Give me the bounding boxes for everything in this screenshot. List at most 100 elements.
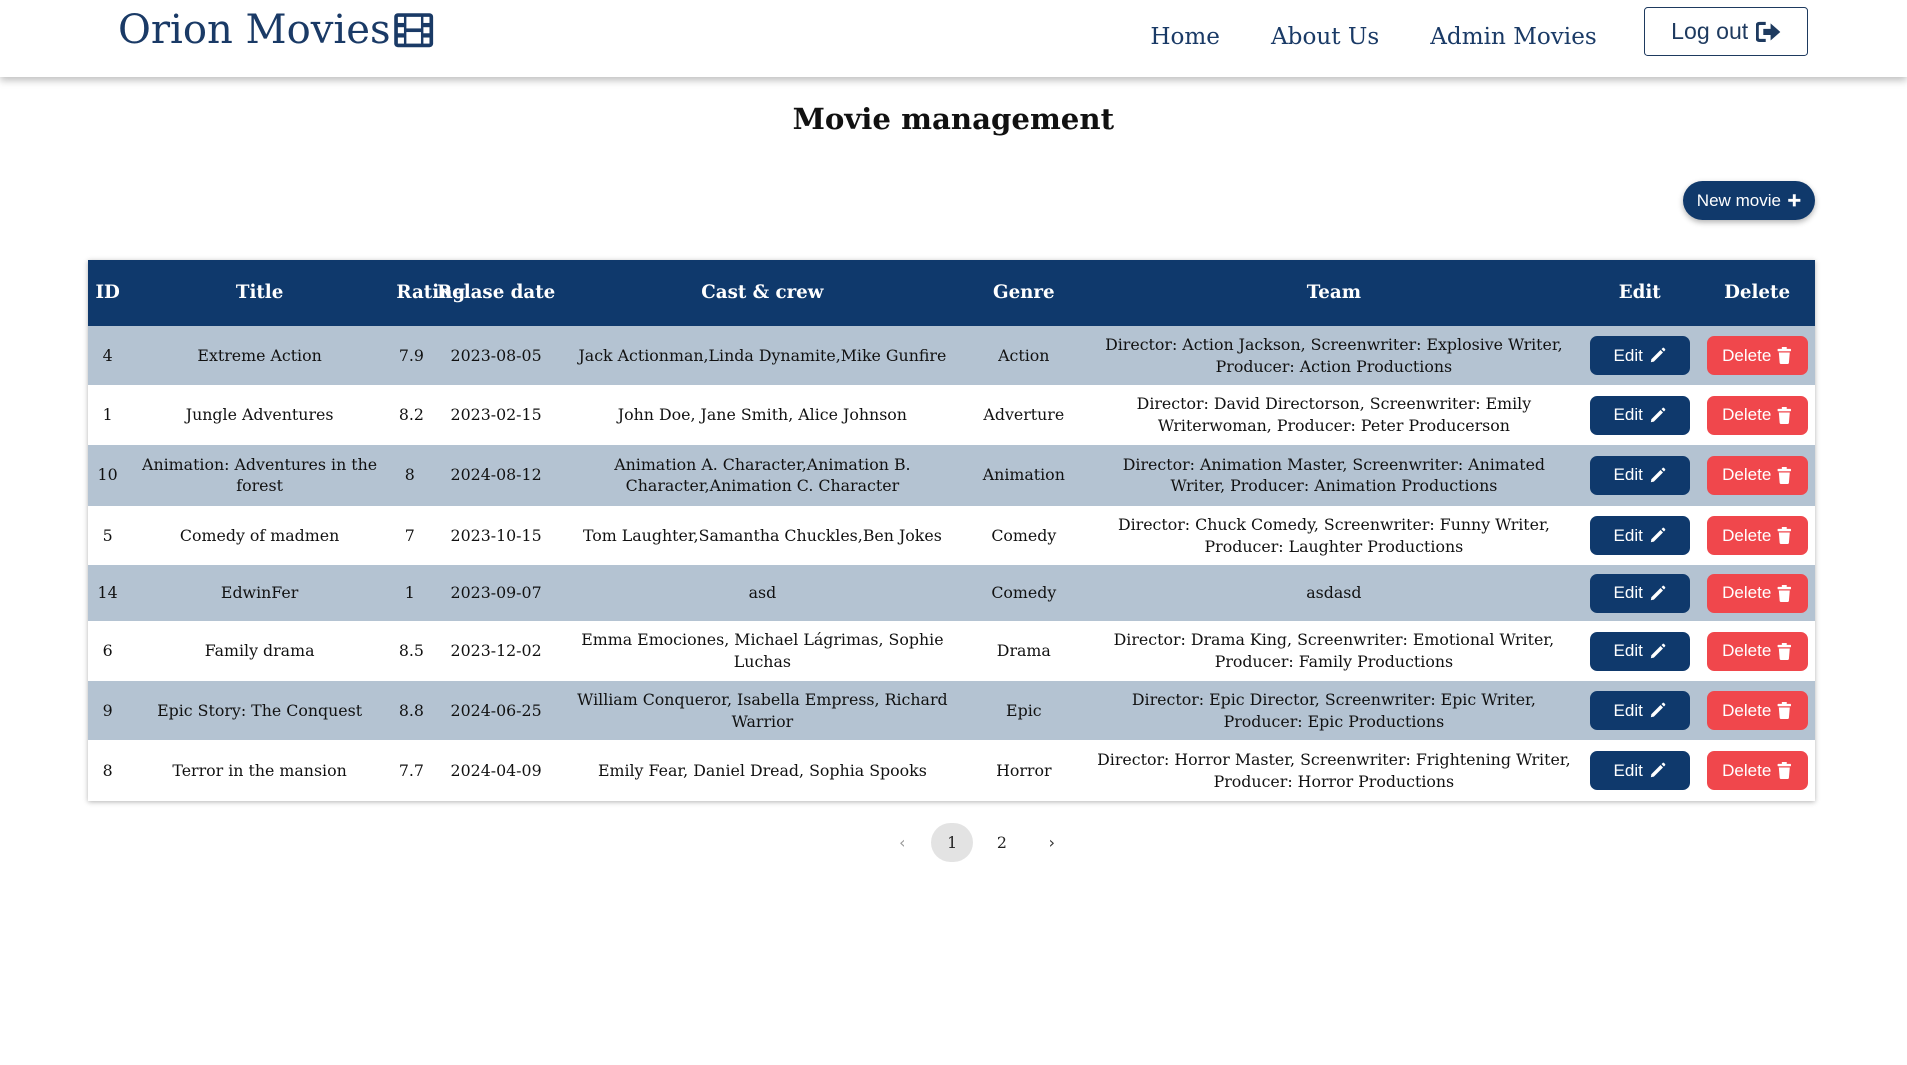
delete-button[interactable]: Delete bbox=[1706, 631, 1808, 671]
cell-rating: 8.8 bbox=[391, 680, 428, 741]
cell-rating: 8.5 bbox=[391, 621, 428, 681]
cell-id: 10 bbox=[87, 445, 128, 506]
pagination-page-1[interactable]: 1 bbox=[931, 823, 973, 863]
pencil-icon bbox=[1650, 467, 1666, 483]
cell-title: Comedy of madmen bbox=[127, 505, 392, 566]
delete-button[interactable]: Delete bbox=[1706, 691, 1808, 731]
cell-delete: Delete bbox=[1698, 680, 1816, 741]
cell-delete: Delete bbox=[1698, 325, 1816, 386]
cell-edit: Edit bbox=[1580, 565, 1699, 622]
cell-id: 4 bbox=[87, 325, 128, 386]
cell-genre: Horror bbox=[960, 740, 1088, 802]
delete-button[interactable]: Delete bbox=[1706, 455, 1808, 495]
delete-button[interactable]: Delete bbox=[1706, 336, 1808, 376]
cell-team: Director: Drama King, Screenwriter: Emot… bbox=[1087, 621, 1581, 681]
cell-title: Jungle Adventures bbox=[127, 385, 392, 446]
edit-label: Edit bbox=[1613, 465, 1643, 485]
edit-label: Edit bbox=[1613, 525, 1643, 545]
cell-edit: Edit bbox=[1580, 680, 1699, 741]
pagination-next-button[interactable]: › bbox=[1031, 823, 1072, 862]
cell-edit: Edit bbox=[1580, 505, 1699, 566]
delete-label: Delete bbox=[1722, 465, 1772, 485]
header-id[interactable]: ID bbox=[87, 260, 128, 326]
cell-release-date: 2024-08-12 bbox=[428, 445, 565, 506]
pagination-prev-button[interactable]: ‹ bbox=[882, 823, 923, 862]
cell-delete: Delete bbox=[1698, 385, 1816, 446]
trash-icon bbox=[1778, 347, 1792, 365]
cell-title: Family drama bbox=[127, 621, 392, 681]
cell-delete: Delete bbox=[1698, 621, 1816, 681]
delete-label: Delete bbox=[1722, 760, 1772, 780]
logout-label: Log out bbox=[1671, 18, 1749, 45]
cell-genre: Comedy bbox=[960, 505, 1088, 566]
cell-release-date: 2024-06-25 bbox=[428, 680, 565, 741]
cell-rating: 7 bbox=[391, 505, 428, 566]
cell-edit: Edit bbox=[1580, 621, 1699, 681]
edit-label: Edit bbox=[1613, 760, 1643, 780]
trash-icon bbox=[1778, 642, 1792, 660]
movies-table: ID Title Rating Relase date Cast & crew … bbox=[87, 260, 1816, 802]
edit-button[interactable]: Edit bbox=[1589, 516, 1690, 556]
movies-table-container: ID Title Rating Relase date Cast & crew … bbox=[87, 260, 1816, 802]
cell-id: 5 bbox=[87, 505, 128, 566]
cell-rating: 8 bbox=[391, 445, 428, 506]
trash-icon bbox=[1778, 702, 1792, 720]
delete-button[interactable]: Delete bbox=[1706, 573, 1808, 613]
header-rating[interactable]: Rating bbox=[391, 260, 465, 326]
edit-button[interactable]: Edit bbox=[1589, 395, 1690, 435]
nav-links: Home About Us Admin Movies bbox=[1150, 24, 1647, 50]
header-delete: Delete bbox=[1698, 260, 1816, 326]
table-header-row: ID Title Rating Relase date Cast & crew … bbox=[87, 260, 1816, 326]
logout-button[interactable]: Log out bbox=[1644, 7, 1809, 56]
edit-button[interactable]: Edit bbox=[1589, 336, 1690, 376]
header-cast-crew[interactable]: Cast & crew bbox=[564, 260, 961, 326]
cell-title: Terror in the mansion bbox=[127, 740, 392, 802]
cell-genre: Drama bbox=[960, 621, 1088, 681]
pencil-icon bbox=[1650, 347, 1666, 363]
edit-button[interactable]: Edit bbox=[1589, 631, 1690, 671]
header-release-date[interactable]: Relase date bbox=[428, 260, 565, 326]
delete-button[interactable]: Delete bbox=[1706, 395, 1808, 435]
cell-edit: Edit bbox=[1580, 325, 1699, 386]
edit-button[interactable]: Edit bbox=[1589, 751, 1690, 791]
cell-title: EdwinFer bbox=[127, 565, 392, 622]
trash-icon bbox=[1778, 527, 1792, 545]
film-icon bbox=[394, 13, 434, 48]
header-title[interactable]: Title bbox=[127, 260, 392, 326]
cell-rating: 7.9 bbox=[391, 325, 428, 386]
nav-link-home[interactable]: Home bbox=[1150, 24, 1220, 50]
delete-button[interactable]: Delete bbox=[1706, 516, 1808, 556]
cell-rating: 1 bbox=[391, 565, 428, 622]
nav-link-admin-movies[interactable]: Admin Movies bbox=[1430, 24, 1596, 50]
delete-label: Delete bbox=[1722, 405, 1772, 425]
cell-id: 14 bbox=[87, 565, 128, 622]
brand-logo[interactable]: Orion Movies bbox=[118, 7, 434, 53]
cell-id: 9 bbox=[87, 680, 128, 741]
cell-id: 8 bbox=[87, 740, 128, 802]
cell-team: Director: Chuck Comedy, Screenwriter: Fu… bbox=[1087, 505, 1581, 566]
cell-cast-crew: Emma Emociones, Michael Lágrimas, Sophie… bbox=[564, 621, 961, 681]
cell-genre: Action bbox=[960, 325, 1088, 386]
pagination-page-2[interactable]: 2 bbox=[981, 823, 1022, 862]
nav-link-about-us[interactable]: About Us bbox=[1271, 24, 1379, 50]
cell-genre: Adverture bbox=[960, 385, 1088, 446]
delete-button[interactable]: Delete bbox=[1706, 751, 1808, 791]
navbar: Orion Movies Home About Us Admin Movies … bbox=[0, 0, 1907, 77]
header-genre[interactable]: Genre bbox=[960, 260, 1088, 326]
header-team[interactable]: Team bbox=[1087, 260, 1581, 326]
delete-label: Delete bbox=[1722, 641, 1772, 661]
cell-team: Director: Horror Master, Screenwriter: F… bbox=[1087, 740, 1581, 802]
new-movie-label: New movie bbox=[1696, 190, 1781, 210]
delete-label: Delete bbox=[1722, 700, 1772, 720]
edit-button[interactable]: Edit bbox=[1589, 455, 1690, 495]
cell-title: Animation: Adventures in the forest bbox=[127, 445, 392, 506]
delete-label: Delete bbox=[1722, 583, 1772, 603]
cell-title: Extreme Action bbox=[127, 325, 392, 386]
cell-cast-crew: John Doe, Jane Smith, Alice Johnson bbox=[564, 385, 961, 446]
new-movie-button[interactable]: New movie bbox=[1682, 181, 1816, 221]
edit-button[interactable]: Edit bbox=[1589, 691, 1690, 731]
edit-button[interactable]: Edit bbox=[1589, 573, 1690, 613]
pencil-icon bbox=[1650, 407, 1666, 422]
cell-id: 1 bbox=[87, 385, 128, 446]
brand-name: Orion Movies bbox=[117, 7, 391, 54]
